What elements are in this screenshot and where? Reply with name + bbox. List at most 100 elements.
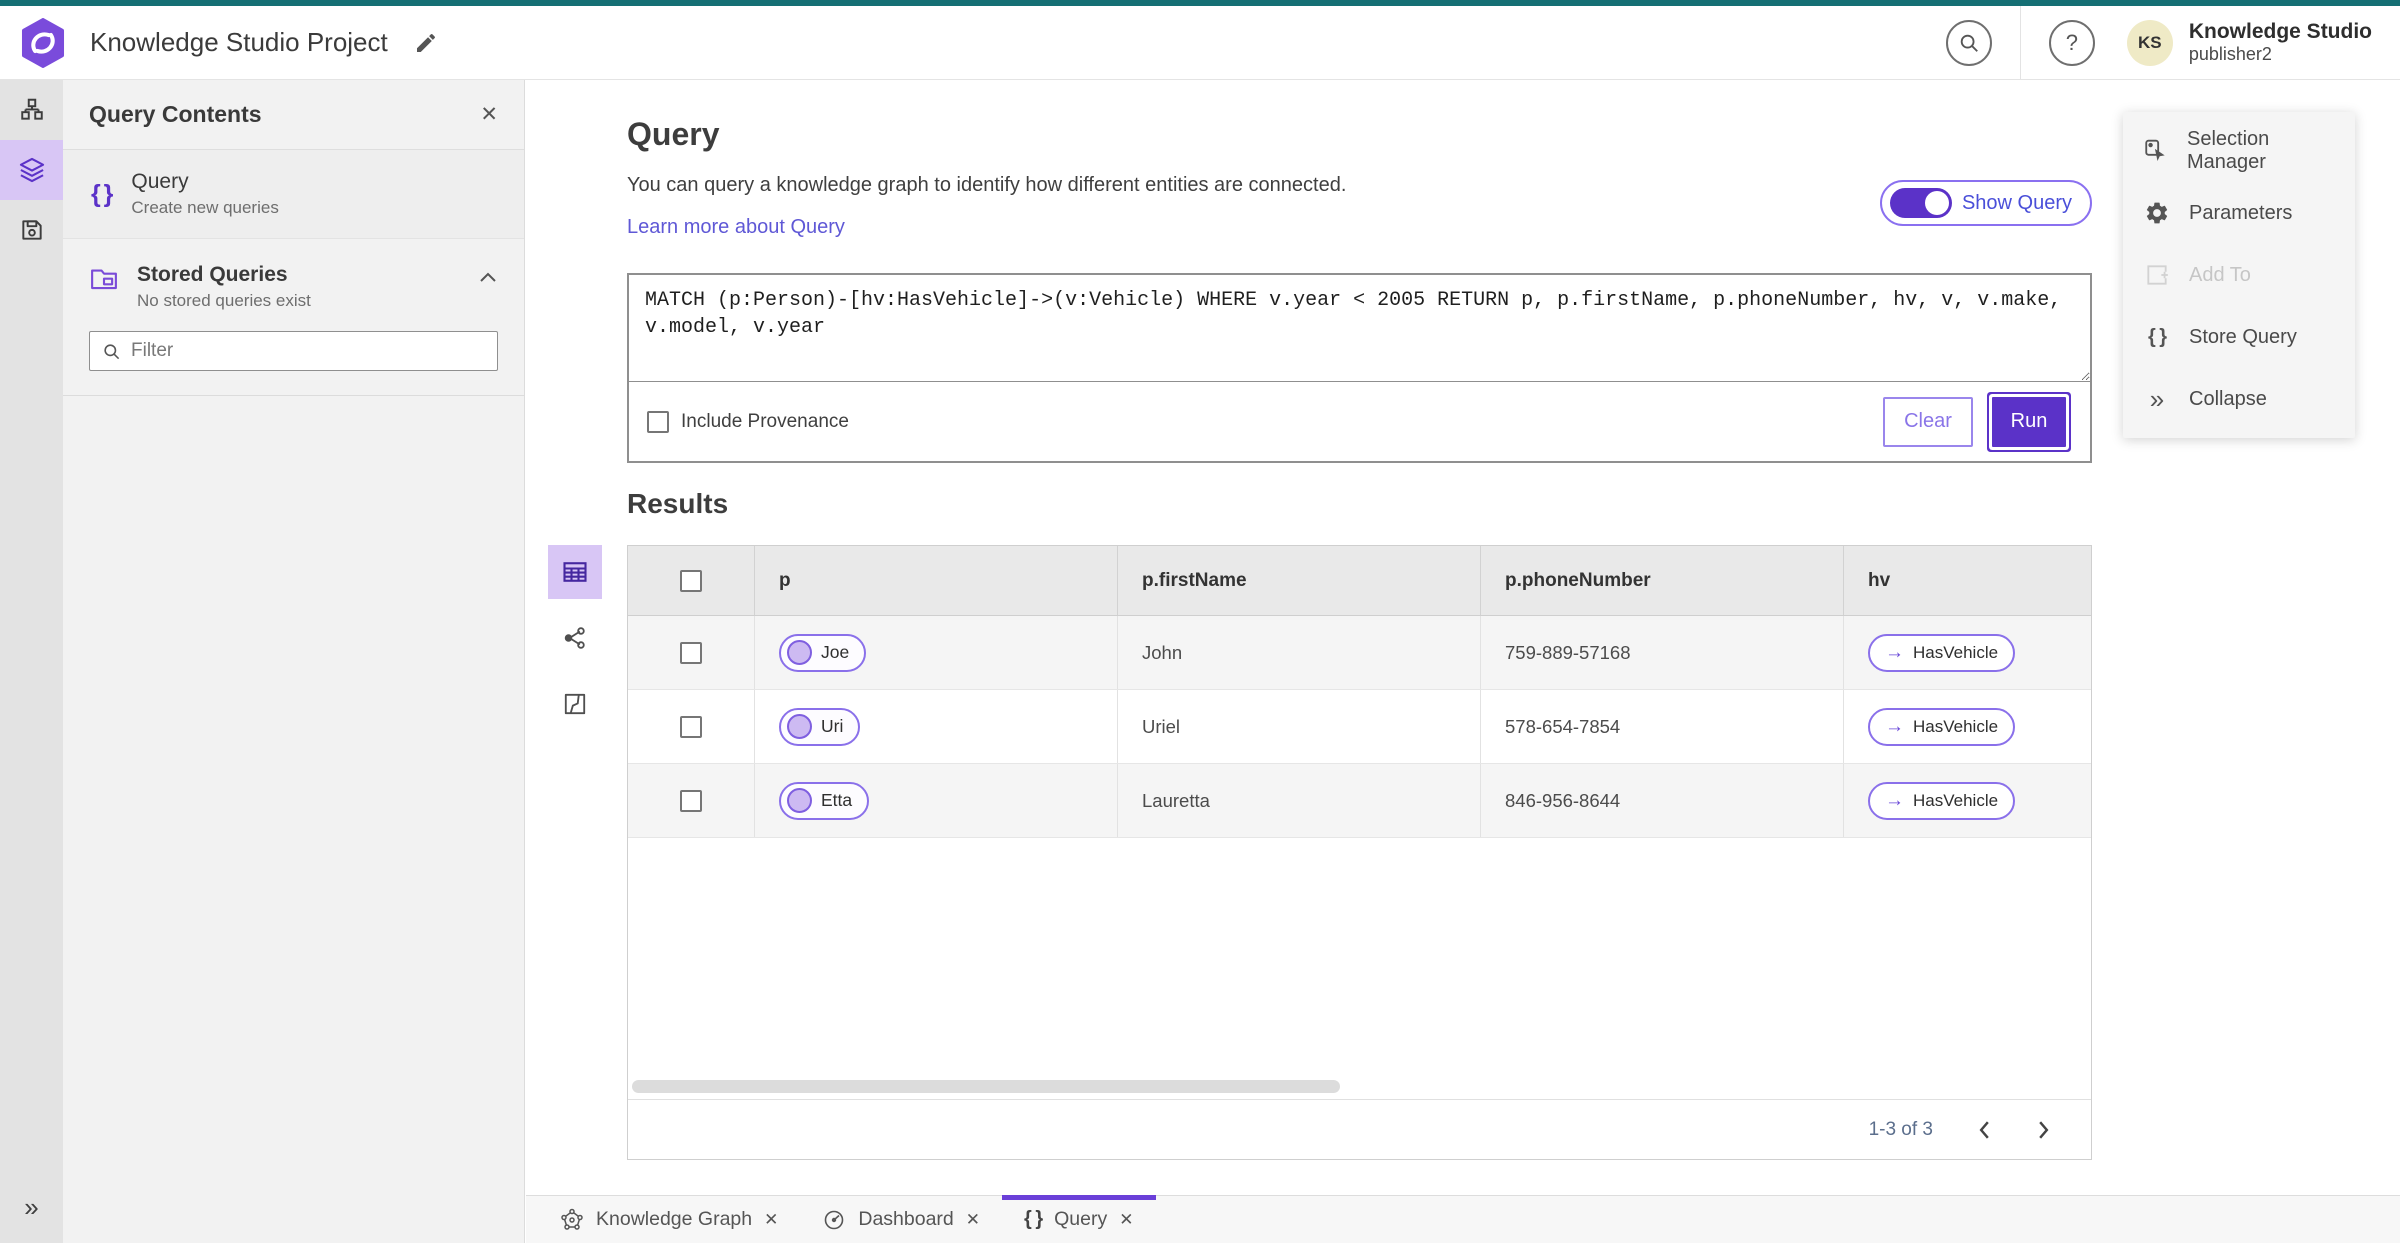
stored-queries-subtitle: No stored queries exist xyxy=(137,291,311,310)
entity-chip[interactable]: Joe xyxy=(779,633,867,672)
add-to-label: Add To xyxy=(2189,263,2251,286)
entity-chip-label: Uri xyxy=(821,716,844,736)
map-icon xyxy=(562,691,588,717)
entity-chip-label: Etta xyxy=(821,790,853,810)
braces-icon: { } xyxy=(2147,325,2167,348)
cell-phonenumber: 578-654-7854 xyxy=(1481,690,1844,763)
filter-field[interactable] xyxy=(89,331,498,371)
tab-query[interactable]: { } Query ✕ xyxy=(1002,1195,1156,1243)
tab-dashboard[interactable]: Dashboard ✕ xyxy=(800,1196,1002,1243)
gear-icon xyxy=(2143,200,2171,226)
page-description: You can query a knowledge graph to ident… xyxy=(627,174,1347,196)
save-icon xyxy=(19,217,45,243)
panel-title: Query Contents xyxy=(89,101,262,127)
toggle-on-icon xyxy=(1889,188,1952,218)
cell-firstname: John xyxy=(1118,616,1481,689)
run-button[interactable]: Run xyxy=(1992,396,2066,447)
store-query-label: Store Query xyxy=(2189,325,2297,348)
column-header-firstname[interactable]: p.firstName xyxy=(1118,546,1481,615)
selection-manager-icon xyxy=(2143,138,2169,164)
entity-chip-label: Joe xyxy=(821,642,850,662)
results-view-toolbar xyxy=(548,545,602,731)
search-icon[interactable] xyxy=(1945,19,1992,66)
previous-page-icon[interactable] xyxy=(1977,1120,1992,1140)
braces-icon: { } xyxy=(91,179,113,208)
parameters-button[interactable]: Parameters xyxy=(2123,182,2355,244)
close-icon[interactable]: ✕ xyxy=(966,1210,980,1230)
query-workspace: Query You can query a knowledge graph to… xyxy=(526,80,2400,1195)
add-to-icon xyxy=(2143,262,2171,288)
expand-panel-button[interactable]: » xyxy=(0,1192,63,1223)
edge-chip[interactable]: → HasVehicle xyxy=(1868,781,2016,820)
column-header-hv[interactable]: hv xyxy=(1844,546,2091,615)
show-query-toggle[interactable]: Show Query xyxy=(1879,180,2092,226)
results-title: Results xyxy=(627,488,729,519)
row-checkbox[interactable] xyxy=(680,715,702,738)
folder-icon xyxy=(89,263,119,293)
arrow-right-icon: → xyxy=(1885,641,1904,663)
include-provenance-label: Include Provenance xyxy=(681,410,849,432)
entity-chip[interactable]: Etta xyxy=(779,781,870,820)
rail-item-save[interactable] xyxy=(0,200,63,260)
node-circle-icon xyxy=(787,788,812,813)
map-view-button[interactable] xyxy=(548,677,602,731)
query-item-title: Query xyxy=(131,170,189,193)
edge-chip-label: HasVehicle xyxy=(1913,716,1999,736)
collapse-icon: » xyxy=(2149,384,2165,414)
query-text-input[interactable]: MATCH (p:Person)-[hv:HasVehicle]->(v:Veh… xyxy=(629,275,2090,382)
add-to-button: Add To xyxy=(2123,244,2355,306)
entity-chip[interactable]: Uri xyxy=(779,707,861,746)
results-table: p p.firstName p.phoneNumber hv Joe John … xyxy=(627,545,2092,1160)
selection-manager-button[interactable]: Selection Manager xyxy=(2123,120,2355,182)
query-item-subtitle: Create new queries xyxy=(131,198,279,217)
left-rail: » xyxy=(0,80,63,1243)
rail-item-layers[interactable] xyxy=(0,140,63,200)
filter-input[interactable] xyxy=(131,340,485,362)
header-actions: ? KS Knowledge Studio publisher2 xyxy=(1945,6,2400,79)
pagination-label: 1-3 of 3 xyxy=(1868,1118,1933,1140)
chevron-up-icon[interactable] xyxy=(478,263,498,285)
edge-chip[interactable]: → HasVehicle xyxy=(1868,707,2016,746)
rail-item-pipeline[interactable] xyxy=(0,80,63,140)
table-row: Uri Uriel 578-654-7854 → HasVehicle xyxy=(628,690,2091,764)
network-icon xyxy=(562,625,588,651)
collapse-button[interactable]: » Collapse xyxy=(2123,368,2355,430)
table-view-button[interactable] xyxy=(548,545,602,599)
graph-view-button[interactable] xyxy=(548,611,602,665)
row-checkbox[interactable] xyxy=(680,789,702,812)
arrow-right-icon: → xyxy=(1885,715,1904,737)
include-provenance-checkbox[interactable] xyxy=(647,410,669,433)
column-header-phonenumber[interactable]: p.phoneNumber xyxy=(1481,546,1844,615)
edge-chip-label: HasVehicle xyxy=(1913,642,1999,662)
show-query-label: Show Query xyxy=(1961,191,2072,214)
tab-label: Dashboard xyxy=(858,1208,954,1230)
close-icon[interactable]: ✕ xyxy=(480,102,498,127)
next-page-icon[interactable] xyxy=(2036,1120,2051,1140)
header-divider xyxy=(2019,6,2021,79)
pagination-bar: 1-3 of 3 xyxy=(628,1099,2091,1159)
tab-knowledge-graph[interactable]: Knowledge Graph ✕ xyxy=(538,1196,800,1243)
close-icon[interactable]: ✕ xyxy=(1119,1210,1133,1230)
close-icon[interactable]: ✕ xyxy=(764,1210,778,1230)
avatar[interactable]: KS xyxy=(2126,19,2173,66)
sidebar-item-query[interactable]: { } Query Create new queries xyxy=(63,150,524,239)
select-all-checkbox[interactable] xyxy=(680,569,702,592)
edit-title-button[interactable] xyxy=(414,31,438,55)
edge-chip-label: HasVehicle xyxy=(1913,790,1999,810)
horizontal-scrollbar[interactable] xyxy=(632,1080,1340,1093)
column-header-p[interactable]: p xyxy=(755,546,1118,615)
table-header-row: p p.firstName p.phoneNumber hv xyxy=(628,546,2091,616)
collapse-label: Collapse xyxy=(2189,387,2267,410)
tab-label: Query xyxy=(1054,1208,1108,1230)
sidebar-item-stored-queries[interactable]: Stored Queries No stored queries exist xyxy=(63,247,524,311)
clear-button[interactable]: Clear xyxy=(1883,396,1973,447)
knowledge-graph-icon xyxy=(560,1208,584,1232)
row-checkbox[interactable] xyxy=(680,641,702,664)
dashboard-icon xyxy=(822,1208,846,1232)
learn-more-link[interactable]: Learn more about Query xyxy=(627,216,845,239)
account-info: Knowledge Studio publisher2 xyxy=(2189,20,2372,65)
search-icon xyxy=(102,342,121,361)
edge-chip[interactable]: → HasVehicle xyxy=(1868,633,2016,672)
store-query-button[interactable]: { } Store Query xyxy=(2123,306,2355,368)
help-icon[interactable]: ? xyxy=(2048,19,2095,66)
